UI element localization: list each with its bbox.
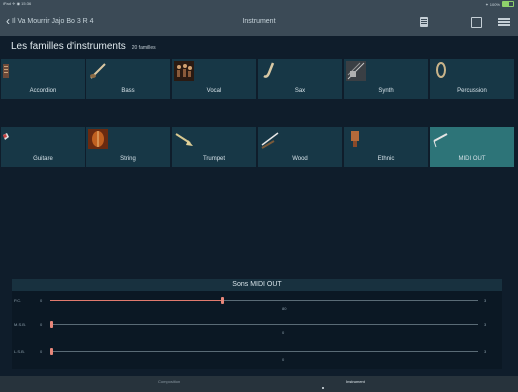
slider-name: P.C.	[14, 298, 22, 303]
document-icon[interactable]	[418, 16, 430, 28]
tile-label: Bass	[121, 88, 135, 94]
slider-value: 80	[282, 306, 287, 311]
guitar-icon	[3, 133, 9, 140]
midi-out-icon	[433, 133, 448, 148]
tab-indicator	[322, 387, 324, 389]
vocal-icon	[174, 61, 194, 81]
tile-percussion[interactable]: Percussion	[430, 59, 514, 99]
tab-bar: Composition Instrument	[0, 376, 518, 392]
tile-synth[interactable]: Synth	[344, 59, 428, 99]
slider-thumb[interactable]	[50, 348, 53, 355]
page-title: Instrument	[242, 18, 276, 25]
slider-min: 0	[40, 322, 43, 327]
percussion-icon	[436, 62, 446, 78]
tile-label: MIDI OUT	[458, 156, 486, 162]
slider-fill	[50, 300, 222, 301]
slider-track[interactable]	[50, 348, 478, 355]
status-bar: iPad ✈ ◉ 15:36 ✦ 100%	[0, 0, 518, 8]
ethnic-icon	[351, 131, 359, 147]
slider-lsb[interactable]: L.S.B. 0 3 0	[12, 348, 502, 365]
tile-label: Guitare	[33, 156, 53, 162]
slider-track[interactable]	[50, 321, 478, 328]
slider-thumb[interactable]	[221, 297, 225, 304]
families-header: Les familles d'instruments 20 familles	[11, 41, 156, 52]
status-left: iPad ✈ ◉ 15:36	[3, 1, 32, 6]
square-icon[interactable]	[470, 16, 482, 28]
slider-track[interactable]	[50, 297, 478, 304]
slider-min: 0	[40, 298, 43, 303]
midi-sound-panel: Sons MIDI OUT P.C. 0 3 80 M.S.B. 0 3 0 L…	[12, 279, 502, 369]
slider-msb[interactable]: M.S.B. 0 3 0	[12, 321, 502, 338]
tile-label: Trumpet	[202, 156, 226, 162]
synth-icon	[346, 61, 366, 81]
slider-value: 0	[282, 330, 285, 335]
status-right: ✦ 100%	[485, 1, 514, 7]
tile-guitare[interactable]: Guitare	[1, 127, 85, 167]
slider-value: 0	[282, 357, 285, 362]
slider-max: 3	[484, 349, 487, 354]
tile-vocal[interactable]: Vocal	[172, 59, 256, 99]
tile-midi-out[interactable]: MIDI OUT	[430, 127, 514, 167]
wood-icon	[261, 132, 279, 149]
families-count: 20 familles	[131, 45, 156, 51]
slider-thumb[interactable]	[50, 321, 53, 328]
tile-wood[interactable]: Wood	[258, 127, 342, 167]
tile-sax[interactable]: Sax	[258, 59, 342, 99]
string-icon	[88, 129, 108, 149]
tile-label: Wood	[292, 156, 308, 162]
accordion-icon	[3, 64, 9, 78]
battery-icon	[502, 1, 514, 7]
tile-trumpet[interactable]: Trumpet	[172, 127, 256, 167]
slider-min: 0	[40, 349, 43, 354]
families-title: Les familles d'instruments	[11, 41, 126, 52]
sax-icon	[263, 62, 275, 78]
slider-name: M.S.B.	[14, 322, 27, 327]
tile-accordion[interactable]: Accordion	[1, 59, 85, 99]
navigation-bar: ‹ Il Va Mourrir Jajo Bo 3 R 4 Instrument	[0, 8, 518, 36]
tile-label: Accordion	[29, 88, 57, 94]
bass-icon	[90, 63, 106, 79]
slider-max: 3	[484, 298, 487, 303]
tab-instrument[interactable]: Instrument	[346, 379, 365, 384]
slider-pc[interactable]: P.C. 0 3 80	[12, 297, 502, 314]
tile-label: Ethnic	[377, 156, 395, 162]
battery-text: ✦ 100%	[485, 1, 500, 7]
slider-max: 3	[484, 322, 487, 327]
slider-name: L.S.B.	[14, 349, 25, 354]
tile-label: String	[120, 156, 136, 162]
tile-label: Vocal	[206, 88, 222, 94]
tab-composition[interactable]: Composition	[158, 379, 180, 384]
menu-icon[interactable]	[498, 16, 510, 28]
tile-label: Percussion	[457, 88, 487, 94]
tile-bass[interactable]: Bass	[86, 59, 170, 99]
tile-label: Synth	[378, 88, 394, 94]
tile-string[interactable]: String	[86, 127, 170, 167]
trumpet-icon	[175, 133, 193, 146]
panel-title: Sons MIDI OUT	[12, 279, 502, 291]
tile-label: Sax	[294, 88, 306, 94]
tile-ethnic[interactable]: Ethnic	[344, 127, 428, 167]
